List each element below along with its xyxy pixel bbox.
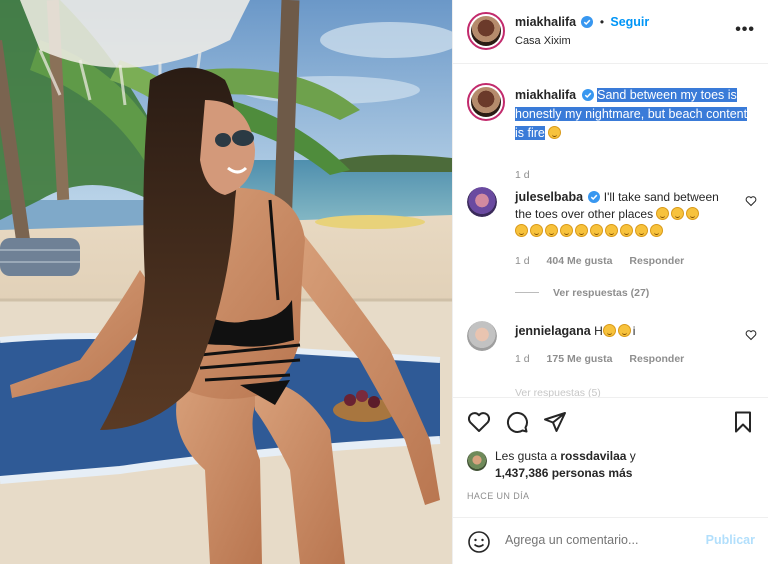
comment-text: jennielagana Hi — [515, 323, 737, 340]
like-comment-heart-icon[interactable] — [745, 195, 757, 207]
comment-bubble-icon[interactable] — [505, 410, 529, 434]
post-location[interactable]: Casa Xixim — [515, 35, 571, 47]
slightly-smiling-face-emoji-icon — [620, 224, 633, 237]
caption-username[interactable]: miakhalifa — [515, 88, 576, 102]
comment-body-start: H — [594, 324, 603, 338]
post-modal: miakhalifa • Seguir Casa Xixim ••• miakh… — [0, 0, 768, 564]
comment-input[interactable] — [505, 533, 695, 547]
verified-badge-icon — [581, 16, 594, 28]
verified-badge-icon — [581, 89, 594, 101]
share-paper-plane-icon[interactable] — [543, 410, 567, 434]
commenter-avatar[interactable] — [467, 187, 497, 217]
like-heart-icon[interactable] — [467, 410, 491, 434]
crying-face-emoji-icon — [548, 126, 562, 139]
liker-username[interactable]: rossdavilaa — [560, 449, 626, 463]
commenter-username[interactable]: jennielagana — [515, 324, 591, 338]
likes-prefix: Les gusta a — [495, 449, 561, 463]
grinning-squinting-face-emoji-icon — [515, 224, 528, 237]
view-replies-button[interactable]: Ver respuestas (27) — [515, 287, 649, 299]
post-actions: Les gusta a rossdavilaa y 1,437,386 pers… — [453, 397, 768, 517]
comment-meta: 1 d 175 Me gusta Responder — [515, 353, 684, 365]
more-options-icon[interactable]: ••• — [735, 21, 755, 39]
add-comment-bar: Publicar — [453, 517, 768, 564]
follow-button[interactable]: Seguir — [610, 15, 649, 29]
verified-badge-icon — [588, 191, 601, 203]
slightly-smiling-face-emoji-icon — [590, 224, 603, 237]
post-comment-button[interactable]: Publicar — [706, 533, 755, 547]
comment-text: juleselbaba I'll take sand between the t… — [515, 189, 737, 240]
slightly-smiling-face-emoji-icon — [650, 224, 663, 237]
author-avatar[interactable] — [467, 12, 505, 50]
slightly-smiling-face-emoji-icon — [560, 224, 573, 237]
likes-text: Les gusta a rossdavilaa y 1,437,386 pers… — [495, 448, 735, 482]
save-bookmark-icon[interactable] — [731, 410, 755, 434]
commenter-username[interactable]: juleselbaba — [515, 190, 583, 204]
comment-body-end: i — [632, 324, 636, 338]
comments-list[interactable]: miakhalifa Sand between my toes is hones… — [453, 65, 768, 397]
reply-button[interactable]: Responder — [629, 255, 684, 267]
comment-time[interactable]: 1 d — [515, 255, 530, 267]
grinning-squinting-face-emoji-icon — [530, 224, 543, 237]
caption-avatar[interactable] — [467, 83, 505, 121]
post-header: miakhalifa • Seguir Casa Xixim ••• — [453, 0, 768, 64]
comment-likes[interactable]: 404 Me gusta — [547, 255, 613, 267]
post-side-panel: miakhalifa • Seguir Casa Xixim ••• miakh… — [452, 0, 768, 564]
reply-button[interactable]: Responder — [629, 353, 684, 365]
separator-dot: • — [599, 15, 605, 29]
view-replies-button[interactable]: Ver respuestas (5) — [515, 387, 601, 397]
grinning-squinting-face-emoji-icon — [545, 224, 558, 237]
comment-likes[interactable]: 175 Me gusta — [547, 353, 613, 365]
grinning-squinting-face-emoji-icon — [686, 207, 700, 220]
author-username[interactable]: miakhalifa — [515, 15, 576, 29]
author-row: miakhalifa • Seguir — [515, 15, 649, 29]
grinning-squinting-face-emoji-icon — [656, 207, 670, 220]
like-comment-heart-icon[interactable] — [745, 329, 757, 341]
caption-time[interactable]: 1 d — [515, 169, 530, 181]
kissing-face-emoji-icon — [617, 324, 631, 337]
commenter-avatar[interactable] — [467, 321, 497, 351]
emoji-picker-icon[interactable] — [467, 530, 491, 554]
kissing-face-emoji-icon — [602, 324, 616, 337]
likes-connector: y — [626, 449, 636, 463]
post-photo[interactable] — [0, 0, 452, 564]
slightly-smiling-face-emoji-icon — [575, 224, 588, 237]
grinning-squinting-face-emoji-icon — [671, 207, 685, 220]
post-timestamp[interactable]: HACE UN DÍA — [467, 491, 529, 501]
caption-text: miakhalifa Sand between my toes is hones… — [515, 86, 755, 143]
beach-photo-illustration — [0, 0, 452, 564]
likes-count[interactable]: 1,437,386 personas más — [495, 466, 632, 480]
slightly-smiling-face-emoji-icon — [605, 224, 618, 237]
liker-avatar[interactable] — [467, 451, 487, 471]
comment-time[interactable]: 1 d — [515, 353, 530, 365]
slightly-smiling-face-emoji-icon — [635, 224, 648, 237]
comment-meta: 1 d 404 Me gusta Responder — [515, 255, 684, 267]
